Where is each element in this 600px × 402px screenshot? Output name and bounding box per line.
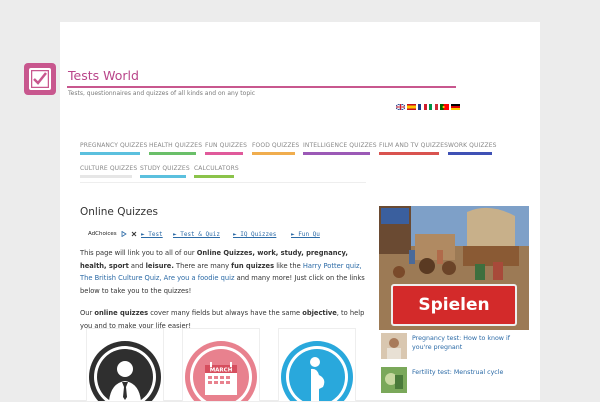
businessman-icon [89, 341, 161, 401]
nav-culture-quizzes[interactable]: CULTURE QUIZZES [80, 165, 137, 178]
pregnant-woman-icon [281, 341, 353, 401]
nav-intelligence-quizzes[interactable]: INTELLIGENCE QUIZZES [303, 142, 377, 155]
nav-work-quizzes[interactable]: WORK QUIZZES [448, 142, 497, 155]
title-underline [67, 86, 456, 88]
nav-divider [80, 182, 366, 183]
pregnancy-test-thumbnail [381, 333, 407, 359]
nav-film-tv-quizzes[interactable]: FILM AND TV QUIZZES [379, 142, 448, 155]
portugal-flag-icon[interactable] [440, 104, 449, 110]
sidebar-ad[interactable]: Spielen [379, 206, 529, 330]
nav-calculators[interactable]: CALCULATORS [194, 165, 239, 178]
ad-link-test[interactable]: ► Test [141, 231, 163, 238]
nav-health-quizzes[interactable]: HEALTH QUIZZES [149, 142, 202, 155]
italy-flag-icon[interactable] [429, 104, 438, 110]
work-quiz-card[interactable] [86, 328, 164, 402]
pregnancy-quiz-card[interactable] [278, 328, 356, 402]
fertility-test-thumbnail [381, 367, 407, 393]
spain-flag-icon[interactable] [407, 104, 416, 110]
page-title: Online Quizzes [80, 206, 158, 218]
site-tagline: Tests, questionnaires and quizzes of all… [68, 90, 256, 97]
intro-paragraph: This page will link you to all of our On… [80, 249, 365, 295]
close-ad-icon[interactable] [131, 231, 137, 237]
nav-study-quizzes[interactable]: STUDY QUIZZES [140, 165, 190, 178]
france-flag-icon[interactable] [418, 104, 427, 110]
calendar-icon: MARCH [185, 341, 257, 401]
calendar-month-label: MARCH [210, 368, 233, 374]
site-logo-icon[interactable] [24, 63, 56, 95]
nav-fun-quizzes[interactable]: FUN QUIZZES [205, 142, 247, 155]
germany-flag-icon[interactable] [451, 104, 460, 110]
adchoices-icon [121, 231, 127, 237]
calendar-quiz-card[interactable]: MARCH [182, 328, 260, 402]
nav-food-quizzes[interactable]: FOOD QUIZZES [252, 142, 299, 155]
sidebar-link-pregnancy-test[interactable]: Pregnancy test: How to know if you're pr… [381, 333, 531, 359]
site-title[interactable]: Tests World [68, 68, 139, 83]
uk-flag-icon[interactable] [396, 104, 405, 110]
ad-link-test-quiz[interactable]: ► Test & Quiz [173, 231, 220, 238]
play-button[interactable]: Spielen [391, 284, 517, 326]
sidebar-link-fertility-test[interactable]: Fertility test: Menstrual cycle [381, 367, 531, 393]
adchoices-label[interactable]: AdChoices [88, 231, 137, 237]
ad-link-iq-quizzes[interactable]: ► IQ Quizzes [233, 231, 276, 238]
language-flags [396, 104, 460, 110]
ad-link-fun-quizzes[interactable]: ► Fun Qu [291, 231, 320, 238]
nav-pregnancy-quizzes[interactable]: PREGNANCY QUIZZES [80, 142, 147, 155]
